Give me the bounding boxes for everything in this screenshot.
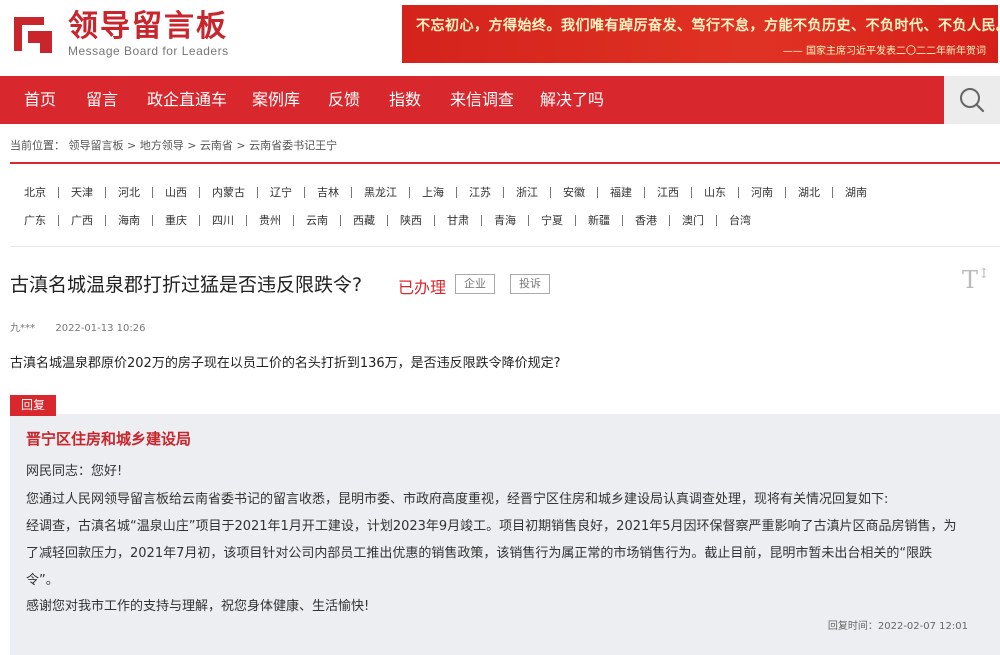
message-title: 古滇名城温泉郡打折过猛是否违反限跌令?	[10, 274, 363, 296]
message-body: 古滇名城温泉郡原价202万的房子现在以员工价的名头打折到136万，是否违反限跌令…	[10, 356, 561, 371]
province-link[interactable]: 山西	[153, 186, 200, 198]
status-badge: 已办理	[398, 278, 447, 297]
province-link[interactable]: 湖北	[786, 186, 833, 198]
province-link[interactable]: 内蒙古	[200, 186, 258, 198]
province-link[interactable]: 吉林	[305, 186, 352, 198]
province-link[interactable]: 西藏	[341, 214, 388, 226]
reply-time: 回复时间：2022-02-07 12:01	[827, 621, 968, 632]
province-link[interactable]: 安徽	[551, 186, 598, 198]
province-link[interactable]: 河北	[106, 186, 153, 198]
province-link[interactable]: 山东	[692, 186, 739, 198]
reply-line: 令”。	[26, 573, 59, 588]
reply-panel: 晋宁区住房和城乡建设局 网民同志：您好! 您通过人民网领导留言板给云南省委书记的…	[10, 414, 1000, 655]
nav-item-home[interactable]: 首页	[24, 76, 56, 124]
province-link[interactable]: 陕西	[388, 214, 435, 226]
province-link[interactable]: 辽宁	[258, 186, 305, 198]
message-time: 2022-01-13 10:26	[55, 323, 146, 334]
province-link[interactable]: 广西	[59, 214, 106, 226]
tag-enterprise[interactable]: 企业	[455, 274, 495, 294]
reply-line: 了减轻回款压力，2021年7月初，该项目针对公司内部员工推出优惠的销售政策，该销…	[26, 546, 933, 561]
banner-slogan: 不忘初心，方得始终。我们唯有踔厉奋发、笃行不怠，方能不负历史、不负时代、不负人民…	[416, 18, 1000, 34]
logo-title: 领导留言板	[68, 9, 228, 44]
section-divider	[10, 162, 1000, 164]
province-link[interactable]: 云南	[294, 214, 341, 226]
province-link[interactable]: 天津	[59, 186, 106, 198]
province-link[interactable]: 广东	[12, 214, 59, 226]
province-link[interactable]: 甘肃	[435, 214, 482, 226]
province-link[interactable]: 新疆	[576, 214, 623, 226]
logo-subtitle: Message Board for Leaders	[68, 44, 229, 58]
province-link[interactable]: 青海	[482, 214, 529, 226]
reply-line: 您通过人民网领导留言板给云南省委书记的留言收悉，昆明市委、市政府高度重视，经晋宁…	[26, 492, 889, 507]
province-link[interactable]: 江西	[645, 186, 692, 198]
province-link[interactable]: 浙江	[504, 186, 551, 198]
tag-complaint[interactable]: 投诉	[510, 274, 550, 294]
banner-attribution: —— 国家主席习近平发表二〇二二年新年贺词	[782, 46, 986, 57]
province-link[interactable]: 黑龙江	[352, 186, 410, 198]
province-link[interactable]: 贵州	[247, 214, 294, 226]
province-link[interactable]: 香港	[623, 214, 670, 226]
message-author: 九***	[10, 323, 35, 334]
reply-line: 网民同志：您好!	[26, 464, 123, 479]
reply-label: 回复	[10, 395, 56, 416]
province-list-row-1: 北京 天津 河北 山西 内蒙古 辽宁 吉林 黑龙江 上海 江苏 浙江 安徽 福建 江西 山东 河南 湖北 湖南	[12, 182, 879, 202]
reply-line: 感谢您对我市工作的支持与理解，祝您身体健康、生活愉快!	[26, 599, 370, 614]
nav-item-survey[interactable]: 来信调查	[450, 76, 514, 124]
province-link[interactable]: 河南	[739, 186, 786, 198]
reply-line: 经调查，古滇名城“温泉山庄”项目于2021年1月开工建设，计划2023年9月竣工…	[26, 519, 957, 534]
site-header: 领导留言板 Message Board for Leaders 不忘初心，方得始…	[0, 0, 1000, 76]
province-link[interactable]: 澳门	[670, 214, 717, 226]
search-icon	[960, 88, 985, 113]
province-divider	[10, 246, 1000, 247]
nav-item-message[interactable]: 留言	[86, 76, 118, 124]
province-link[interactable]: 四川	[200, 214, 247, 226]
reply-org[interactable]: 晋宁区住房和城乡建设局	[26, 428, 191, 449]
province-link[interactable]: 湖南	[833, 187, 879, 198]
search-button[interactable]	[944, 76, 1000, 124]
province-link[interactable]: 福建	[598, 186, 645, 198]
province-link[interactable]: 宁夏	[529, 214, 576, 226]
province-link[interactable]: 上海	[410, 186, 457, 198]
message-meta: 九*** 2022-01-13 10:26	[10, 319, 146, 334]
slogan-banner: 不忘初心，方得始终。我们唯有踔厉奋发、笃行不怠，方能不负历史、不负时代、不负人民…	[402, 5, 1000, 63]
province-link[interactable]: 北京	[12, 186, 59, 198]
province-link[interactable]: 重庆	[153, 214, 200, 226]
province-link[interactable]: 台湾	[717, 215, 763, 226]
province-link[interactable]: 海南	[106, 214, 153, 226]
nav-item-cases[interactable]: 案例库	[252, 76, 300, 124]
province-list-row-2: 广东 广西 海南 重庆 四川 贵州 云南 西藏 陕西 甘肃 青海 宁夏 新疆 香港 澳门 台湾	[12, 210, 763, 230]
nav-item-solved[interactable]: 解决了吗	[540, 76, 604, 124]
province-link[interactable]: 江苏	[457, 186, 504, 198]
breadcrumb: 当前位置： 领导留言板 > 地方领导 > 云南省 > 云南省委书记王宁	[10, 139, 338, 152]
main-nav: 首页 留言 政企直通车 案例库 反馈 指数 来信调查 解决了吗	[0, 76, 1000, 124]
site-logo[interactable]: 领导留言板 Message Board for Leaders	[10, 8, 229, 60]
nav-item-index[interactable]: 指数	[389, 76, 421, 124]
nav-item-feedback[interactable]: 反馈	[328, 76, 360, 124]
nav-item-gov-business[interactable]: 政企直通车	[147, 76, 227, 124]
font-size-icon[interactable]: T↕	[962, 266, 990, 294]
logo-mark-icon	[10, 11, 56, 57]
